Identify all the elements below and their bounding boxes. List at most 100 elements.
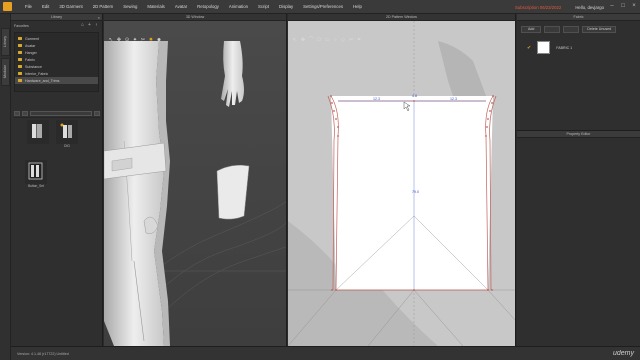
thumbnail-label: Button_Set (28, 184, 44, 188)
fabric-list-item[interactable]: ✔ FABRIC 1 (527, 41, 572, 54)
tab-library[interactable]: Library (1, 28, 10, 56)
pin-icon[interactable]: ⊙ (124, 37, 130, 43)
2d-pattern-window[interactable]: 2D Pattern Window 12.3 4.8 12.3 79.0 ↖ ✥… (288, 14, 516, 346)
select-icon[interactable]: ↖ (292, 37, 298, 43)
3d-viewport[interactable] (104, 21, 287, 346)
tack-icon[interactable]: ✦ (132, 37, 138, 43)
dart-icon[interactable]: ◇ (340, 37, 346, 43)
tab-modular[interactable]: Modular (1, 58, 10, 86)
edit-point-icon[interactable]: ✥ (300, 37, 306, 43)
property-editor-title-text: Property Editor (566, 132, 591, 136)
folder-item-hanger[interactable]: Hanger (15, 49, 98, 56)
menu-item-2d-pattern[interactable]: 2D Pattern (88, 0, 119, 14)
close-icon[interactable]: × (630, 2, 638, 10)
fabric-title: Fabric (517, 14, 640, 21)
minimize-icon[interactable]: – (608, 2, 616, 10)
folder-item-substance[interactable]: Substance (15, 63, 98, 70)
search-input[interactable] (30, 111, 92, 116)
folder-item-interior-fabric[interactable]: Interior_Fabric (15, 70, 98, 77)
menu-item-file[interactable]: File (20, 0, 37, 14)
3d-window-title-text: 3D Window (185, 15, 205, 19)
menu-item-avatar[interactable]: Avatar (170, 0, 192, 14)
checkmark-icon: ✔ (527, 44, 532, 51)
user-greeting[interactable]: Hello, devjargo (575, 5, 604, 10)
library-title: Library × (11, 14, 102, 21)
folder-icon (18, 44, 22, 47)
folder-label: Fabric (25, 57, 35, 62)
menu-item-retopology[interactable]: Retopology (192, 0, 224, 14)
library-thumbnail[interactable]: DIG (56, 120, 78, 148)
avatar-icon[interactable]: ☻ (156, 37, 162, 43)
library-thumbnail[interactable] (27, 120, 49, 144)
delete-unused-button[interactable]: Delete Unused (582, 26, 617, 33)
close-icon[interactable]: × (98, 14, 100, 21)
folder-item-avatar[interactable]: Avatar (15, 42, 98, 49)
thumbnail-label: DIG (64, 144, 70, 148)
measure-label-right: 12.3 (450, 97, 457, 101)
3d-window-title: 3D Window (104, 14, 286, 21)
folder-label: Hardware_and_Trims (25, 78, 60, 83)
folder-icon (18, 58, 22, 61)
polygon-icon[interactable]: ⬠ (316, 37, 322, 43)
sewing-icon[interactable]: ✂ (140, 37, 146, 43)
curve-icon[interactable]: ⌒ (308, 37, 314, 43)
3d-window[interactable]: 3D Window ↖ ✥ ⊙ ✦ ✂ ✸ ☻ (104, 14, 287, 346)
property-editor-panel: Property Editor (517, 130, 640, 346)
menu-item-edit[interactable]: Edit (37, 0, 54, 14)
version-text: Version: 4.1.48 (r17722) Untitled (17, 351, 69, 356)
view-mode-icon[interactable] (94, 111, 100, 116)
forward-icon[interactable] (22, 111, 28, 116)
library-panel: Library × Favorites ⌂ + ‹ Garment Avatar H… (11, 14, 103, 360)
back-icon[interactable]: ‹ (94, 23, 99, 28)
measure-label-top: 4.8 (412, 94, 417, 98)
library-thumbnail[interactable]: Button_Set (25, 160, 47, 188)
window-controls: – □ × (608, 2, 638, 10)
folder-icon (18, 72, 22, 75)
folder-icon (18, 65, 22, 68)
folder-item-hardware-and-trims[interactable]: Hardware_and_Trims (15, 77, 98, 84)
measure-icon[interactable]: ⌗ (356, 37, 362, 43)
menu-item-3d-garment[interactable]: 3D Garment (54, 0, 87, 14)
folder-item-garment[interactable]: Garment (15, 35, 98, 42)
folder-label: Avatar (25, 43, 36, 48)
menu-item-display[interactable]: Display (274, 0, 298, 14)
fabric-panel: Fabric Add Delete Unused ✔ FABRIC 1 (517, 14, 640, 130)
garment-icon (32, 124, 42, 138)
transform-icon[interactable]: ✥ (116, 37, 122, 43)
menu-item-settings-preferences[interactable]: Settings/Preferences (298, 0, 348, 14)
2d-pattern-canvas[interactable]: 12.3 4.8 12.3 79.0 (288, 21, 516, 346)
menu-item-help[interactable]: Help (348, 0, 367, 14)
fabric-toolbar: Add Delete Unused (517, 21, 640, 38)
copy-fabric-button[interactable] (544, 26, 561, 33)
select-icon[interactable]: ↖ (108, 37, 114, 43)
menu-item-script[interactable]: Script (253, 0, 274, 14)
folder-label: Interior_Fabric (25, 71, 49, 76)
menu-item-sewing[interactable]: Sewing (118, 0, 142, 14)
favorites-label: Favorites (14, 23, 29, 28)
folder-item-fabric[interactable]: Fabric (15, 56, 98, 63)
menu-bar: File Edit 3D Garment 2D Pattern Sewing Materi… (0, 0, 640, 14)
subscription-label: Subscription 06/23/2022 (514, 4, 562, 10)
folder-label: Garment (25, 36, 39, 41)
folder-icon (18, 37, 22, 40)
add-fabric-button[interactable]: Add (521, 26, 542, 33)
thumbnail-toolbar (14, 110, 100, 118)
watermark: udemy (612, 350, 634, 357)
delete-fabric-button[interactable] (563, 26, 580, 33)
circle-icon[interactable]: ○ (332, 37, 338, 43)
sewing-icon[interactable]: ✂ (348, 37, 354, 43)
maximize-icon[interactable]: □ (619, 2, 627, 10)
home-icon[interactable]: ⌂ (80, 23, 85, 28)
app-logo (0, 0, 14, 14)
3d-toolbar: ↖ ✥ ⊙ ✦ ✂ ✸ ☻ (108, 37, 162, 43)
back-icon[interactable] (14, 111, 20, 116)
folder-list: Garment Avatar Hanger Fabric Substance Interi… (14, 32, 99, 92)
folder-icon (28, 162, 43, 180)
add-folder-icon[interactable]: + (87, 23, 92, 28)
menu-item-materials[interactable]: Materials (142, 0, 169, 14)
library-toolbar: Favorites ⌂ + ‹ (11, 21, 102, 30)
fabric-swatch (537, 41, 551, 54)
simulate-icon[interactable]: ✸ (148, 37, 154, 43)
menu-item-animation[interactable]: Animation (224, 0, 253, 14)
rectangle-icon[interactable]: ▭ (324, 37, 330, 43)
